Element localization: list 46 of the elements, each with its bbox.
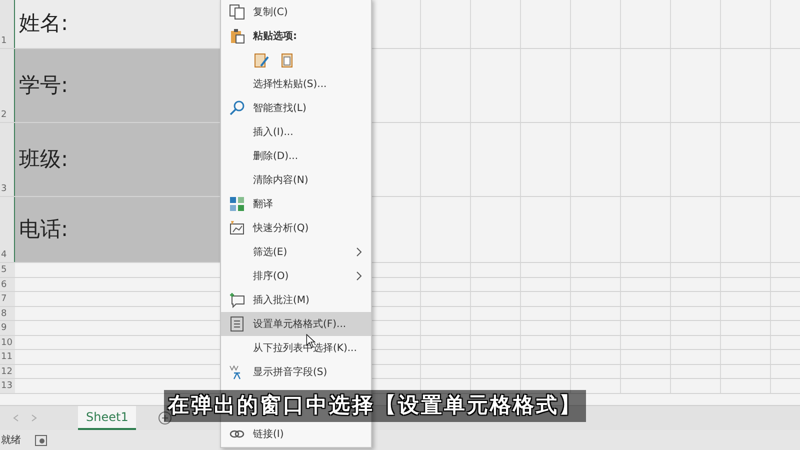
row-number[interactable]: 11 bbox=[0, 350, 15, 364]
format-cells-icon bbox=[229, 316, 245, 332]
menu-item[interactable]: 翻译 bbox=[221, 192, 371, 216]
translate-icon bbox=[229, 196, 245, 212]
macro-record-icon[interactable] bbox=[35, 434, 47, 446]
clipboard-icon bbox=[229, 28, 245, 44]
row-number[interactable]: 9 bbox=[0, 321, 15, 334]
row-number[interactable]: 8 bbox=[0, 306, 15, 320]
menu-item[interactable]: 排序(O) bbox=[221, 264, 371, 288]
comment-icon bbox=[229, 292, 245, 308]
menu-item[interactable]: 插入(I)... bbox=[221, 120, 371, 144]
chevron-right-icon bbox=[355, 247, 363, 257]
chevron-right-icon bbox=[355, 271, 363, 281]
row-number[interactable]: 5 bbox=[0, 263, 15, 276]
menu-item[interactable]: 插入批注(M) bbox=[221, 288, 371, 312]
copy-icon bbox=[229, 4, 245, 20]
row-number[interactable]: 1 bbox=[0, 0, 15, 48]
menu-item[interactable]: 显示拼音字段(S) bbox=[221, 360, 371, 384]
subtitle: 在弹出的窗口中选择【设置单元格格式】 bbox=[164, 390, 586, 422]
paste-formatting-icon[interactable] bbox=[253, 52, 269, 68]
menu-item[interactable]: 复制(C) bbox=[221, 0, 371, 24]
row-number[interactable]: 4 bbox=[0, 197, 15, 262]
menu-item[interactable]: 筛选(E) bbox=[221, 240, 371, 264]
row-number[interactable]: 2 bbox=[0, 49, 15, 122]
menu-item[interactable]: 链接(I) bbox=[221, 422, 371, 446]
row-number[interactable]: 10 bbox=[0, 336, 15, 349]
table-cell[interactable]: 姓名: bbox=[15, 0, 220, 48]
table-cell[interactable]: 班级: bbox=[15, 123, 220, 196]
quick-analysis-icon bbox=[229, 220, 245, 236]
menu-item[interactable]: 清除内容(N) bbox=[221, 168, 371, 192]
status-text: 就绪 bbox=[0, 434, 21, 448]
search-icon bbox=[229, 100, 245, 116]
row-number[interactable]: 3 bbox=[0, 123, 15, 196]
menu-item[interactable]: 设置单元格格式(F)... bbox=[221, 312, 371, 336]
row-number[interactable]: 13 bbox=[0, 379, 15, 392]
menu-item[interactable]: 快速分析(Q) bbox=[221, 216, 371, 240]
row-number[interactable]: 12 bbox=[0, 364, 15, 378]
menu-item[interactable]: 选择性粘贴(S)... bbox=[221, 72, 371, 96]
menu-item[interactable]: 删除(D)... bbox=[221, 144, 371, 168]
paste-values-icon[interactable] bbox=[279, 52, 295, 68]
menu-item[interactable]: 智能查找(L) bbox=[221, 96, 371, 120]
table-cell[interactable]: 学号: bbox=[15, 49, 220, 122]
table-cell[interactable]: 电话: bbox=[15, 197, 220, 262]
row-number[interactable]: 7 bbox=[0, 292, 15, 306]
sheet-tab[interactable]: Sheet1 bbox=[78, 406, 136, 430]
row-number[interactable]: 6 bbox=[0, 278, 15, 291]
